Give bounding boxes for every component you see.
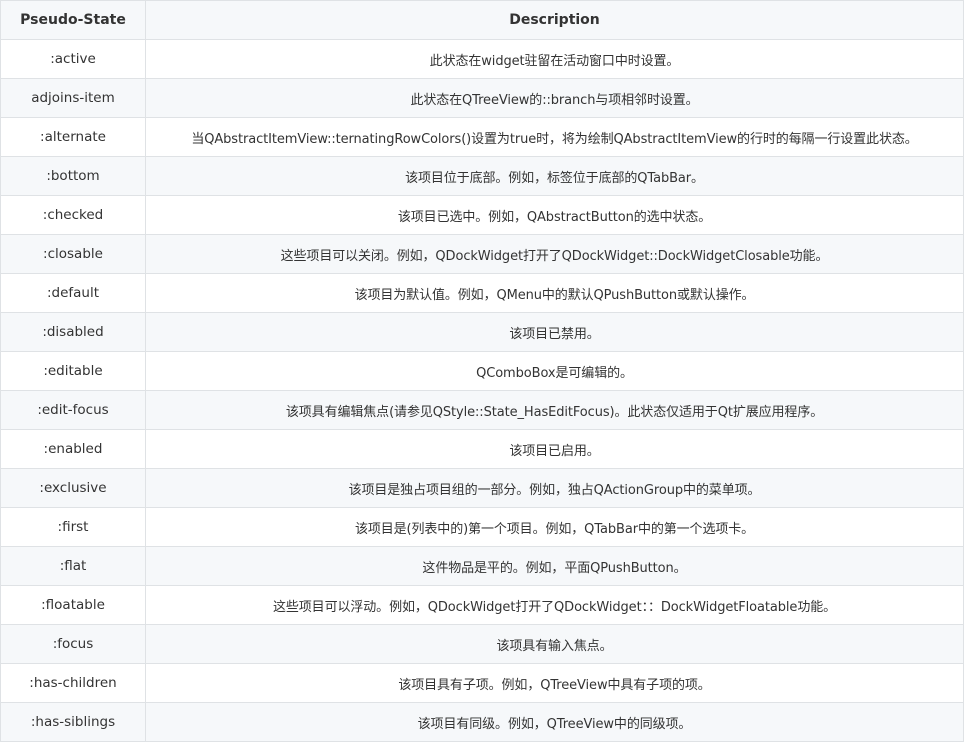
pseudo-state-cell: :edit-focus bbox=[0, 390, 146, 430]
table-row: :enabled 该项目已启用。 bbox=[0, 429, 964, 469]
table-row: :alternate 当QAbstractItemView::ternatingR… bbox=[0, 117, 964, 157]
pseudo-state-cell: :first bbox=[0, 507, 146, 547]
pseudo-state-cell: :disabled bbox=[0, 312, 146, 352]
table-row: :disabled 该项目已禁用。 bbox=[0, 312, 964, 352]
table-row: :editable QComboBox是可编辑的。 bbox=[0, 351, 964, 391]
pseudo-state-cell: :has-siblings bbox=[0, 702, 146, 742]
description-cell: 该项目是(列表中的)第一个项目。例如，QTabBar中的第一个选项卡。 bbox=[145, 507, 964, 547]
description-cell: 该项具有编辑焦点(请参见QStyle::State_HasEditFocus)。… bbox=[145, 390, 964, 430]
description-cell: 该项目已选中。例如，QAbstractButton的选中状态。 bbox=[145, 195, 964, 235]
table-row: :first 该项目是(列表中的)第一个项目。例如，QTabBar中的第一个选项卡… bbox=[0, 507, 964, 547]
pseudo-state-table: Pseudo-State Description :active 此状态在widg… bbox=[0, 0, 964, 742]
description-cell: 该项目为默认值。例如，QMenu中的默认QPushButton或默认操作。 bbox=[145, 273, 964, 313]
header-pseudo-state: Pseudo-State bbox=[0, 0, 146, 40]
pseudo-state-cell: adjoins-item bbox=[0, 78, 146, 118]
table-row: :flat 这件物品是平的。例如，平面QPushButton。 bbox=[0, 546, 964, 586]
table-header: Pseudo-State Description bbox=[0, 0, 964, 40]
description-cell: 此状态在widget驻留在活动窗口中时设置。 bbox=[145, 39, 964, 79]
description-cell: QComboBox是可编辑的。 bbox=[145, 351, 964, 391]
table-row: :bottom 该项目位于底部。例如，标签位于底部的QTabBar。 bbox=[0, 156, 964, 196]
pseudo-state-cell: :default bbox=[0, 273, 146, 313]
description-cell: 该项目有同级。例如，QTreeView中的同级项。 bbox=[145, 702, 964, 742]
pseudo-state-cell: :alternate bbox=[0, 117, 146, 157]
pseudo-state-cell: :focus bbox=[0, 624, 146, 664]
description-cell: 这件物品是平的。例如，平面QPushButton。 bbox=[145, 546, 964, 586]
table-body: :active 此状态在widget驻留在活动窗口中时设置。 adjoins-ite… bbox=[0, 39, 964, 742]
table-row: :focus 该项具有输入焦点。 bbox=[0, 624, 964, 664]
pseudo-state-cell: :enabled bbox=[0, 429, 146, 469]
header-description: Description bbox=[145, 0, 964, 40]
table-row: :default 该项目为默认值。例如，QMenu中的默认QPushButton或… bbox=[0, 273, 964, 313]
table-row: :has-children 该项目具有子项。例如，QTreeView中具有子项的项… bbox=[0, 663, 964, 703]
table-row: :exclusive 该项目是独占项目组的一部分。例如，独占QActionGrou… bbox=[0, 468, 964, 508]
table-row: :floatable 这些项目可以浮动。例如，QDockWidget打开了QDoc… bbox=[0, 585, 964, 625]
description-cell: 该项目已启用。 bbox=[145, 429, 964, 469]
pseudo-state-cell: :active bbox=[0, 39, 146, 79]
pseudo-state-cell: :has-children bbox=[0, 663, 146, 703]
table-row: adjoins-item 此状态在QTreeView的::branch与项相邻时设… bbox=[0, 78, 964, 118]
description-cell: 这些项目可以浮动。例如，QDockWidget打开了QDockWidget：：D… bbox=[145, 585, 964, 625]
description-cell: 此状态在QTreeView的::branch与项相邻时设置。 bbox=[145, 78, 964, 118]
pseudo-state-cell: :flat bbox=[0, 546, 146, 586]
table-row: :has-siblings 该项目有同级。例如，QTreeView中的同级项。 bbox=[0, 702, 964, 742]
pseudo-state-table-container: Pseudo-State Description :active 此状态在widg… bbox=[0, 0, 964, 742]
pseudo-state-cell: :closable bbox=[0, 234, 146, 274]
table-row: :edit-focus 该项具有编辑焦点(请参见QStyle::State_Has… bbox=[0, 390, 964, 430]
description-cell: 这些项目可以关闭。例如，QDockWidget打开了QDockWidget::D… bbox=[145, 234, 964, 274]
description-cell: 当QAbstractItemView::ternatingRowColors()… bbox=[145, 117, 964, 157]
pseudo-state-cell: :checked bbox=[0, 195, 146, 235]
pseudo-state-cell: :exclusive bbox=[0, 468, 146, 508]
description-cell: 该项目是独占项目组的一部分。例如，独占QActionGroup中的菜单项。 bbox=[145, 468, 964, 508]
description-cell: 该项目具有子项。例如，QTreeView中具有子项的项。 bbox=[145, 663, 964, 703]
description-cell: 该项目位于底部。例如，标签位于底部的QTabBar。 bbox=[145, 156, 964, 196]
pseudo-state-cell: :editable bbox=[0, 351, 146, 391]
description-cell: 该项目已禁用。 bbox=[145, 312, 964, 352]
table-row: :active 此状态在widget驻留在活动窗口中时设置。 bbox=[0, 39, 964, 79]
header-row: Pseudo-State Description bbox=[0, 0, 964, 40]
pseudo-state-cell: :bottom bbox=[0, 156, 146, 196]
description-cell: 该项具有输入焦点。 bbox=[145, 624, 964, 664]
table-row: :checked 该项目已选中。例如，QAbstractButton的选中状态。 bbox=[0, 195, 964, 235]
table-row: :closable 这些项目可以关闭。例如，QDockWidget打开了QDock… bbox=[0, 234, 964, 274]
pseudo-state-cell: :floatable bbox=[0, 585, 146, 625]
